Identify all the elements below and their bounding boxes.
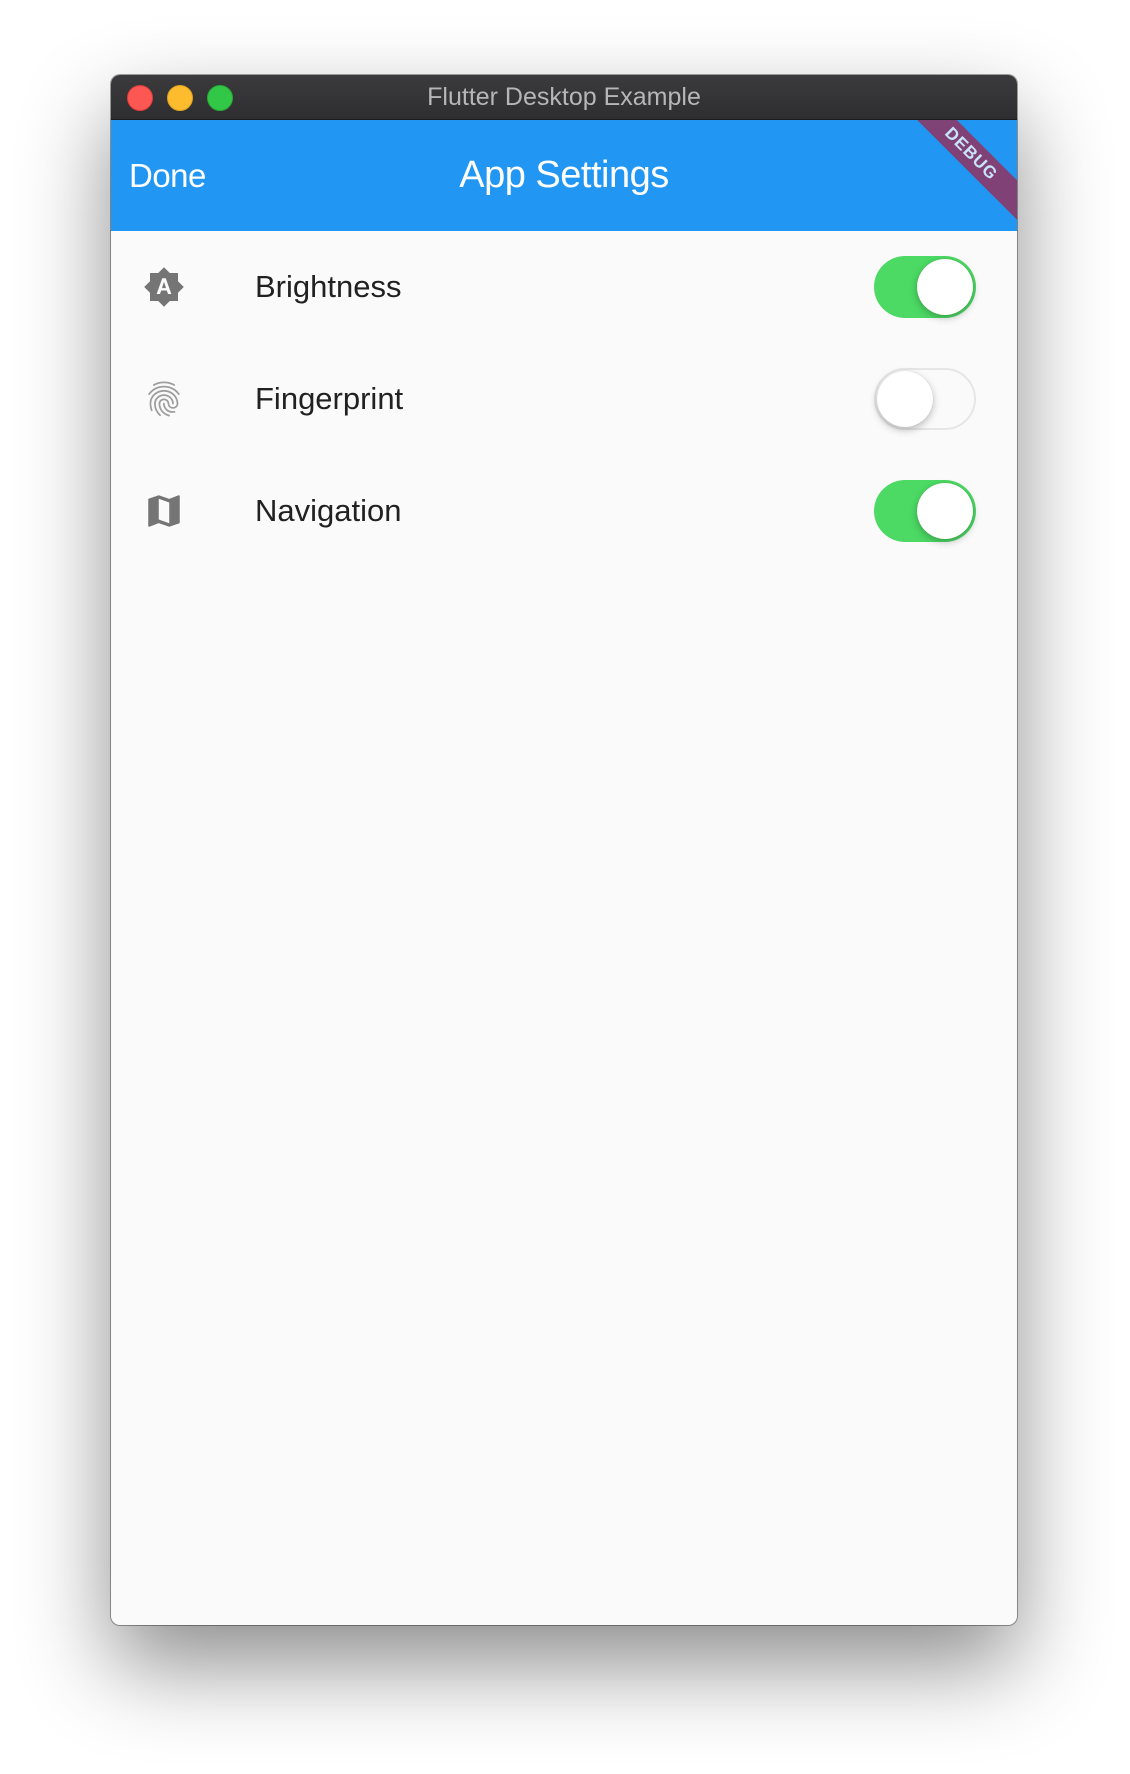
switch-knob [917,483,973,539]
settings-row-label: Fingerprint [255,381,404,416]
brightness-auto-icon [143,266,185,308]
settings-list: Brightness Fingerprint Navigation [111,231,1017,567]
settings-row-brightness[interactable]: Brightness [111,231,1017,343]
switch-knob [917,259,973,315]
settings-row-fingerprint[interactable]: Fingerprint [111,343,1017,455]
app-window: Flutter Desktop Example Done App Setting… [111,75,1017,1625]
fingerprint-icon [143,378,185,420]
settings-row-label: Navigation [255,493,402,528]
settings-row-navigation[interactable]: Navigation [111,455,1017,567]
map-icon [143,490,185,532]
navigation-switch[interactable] [874,480,976,542]
switch-knob [877,371,933,427]
brightness-switch[interactable] [874,256,976,318]
fingerprint-switch[interactable] [874,368,976,430]
app-bar: Done App Settings DEBUG [111,120,1017,231]
window-title: Flutter Desktop Example [427,83,701,111]
page-title: App Settings [459,154,669,196]
window-titlebar: Flutter Desktop Example [111,75,1017,120]
settings-row-label: Brightness [255,269,402,304]
